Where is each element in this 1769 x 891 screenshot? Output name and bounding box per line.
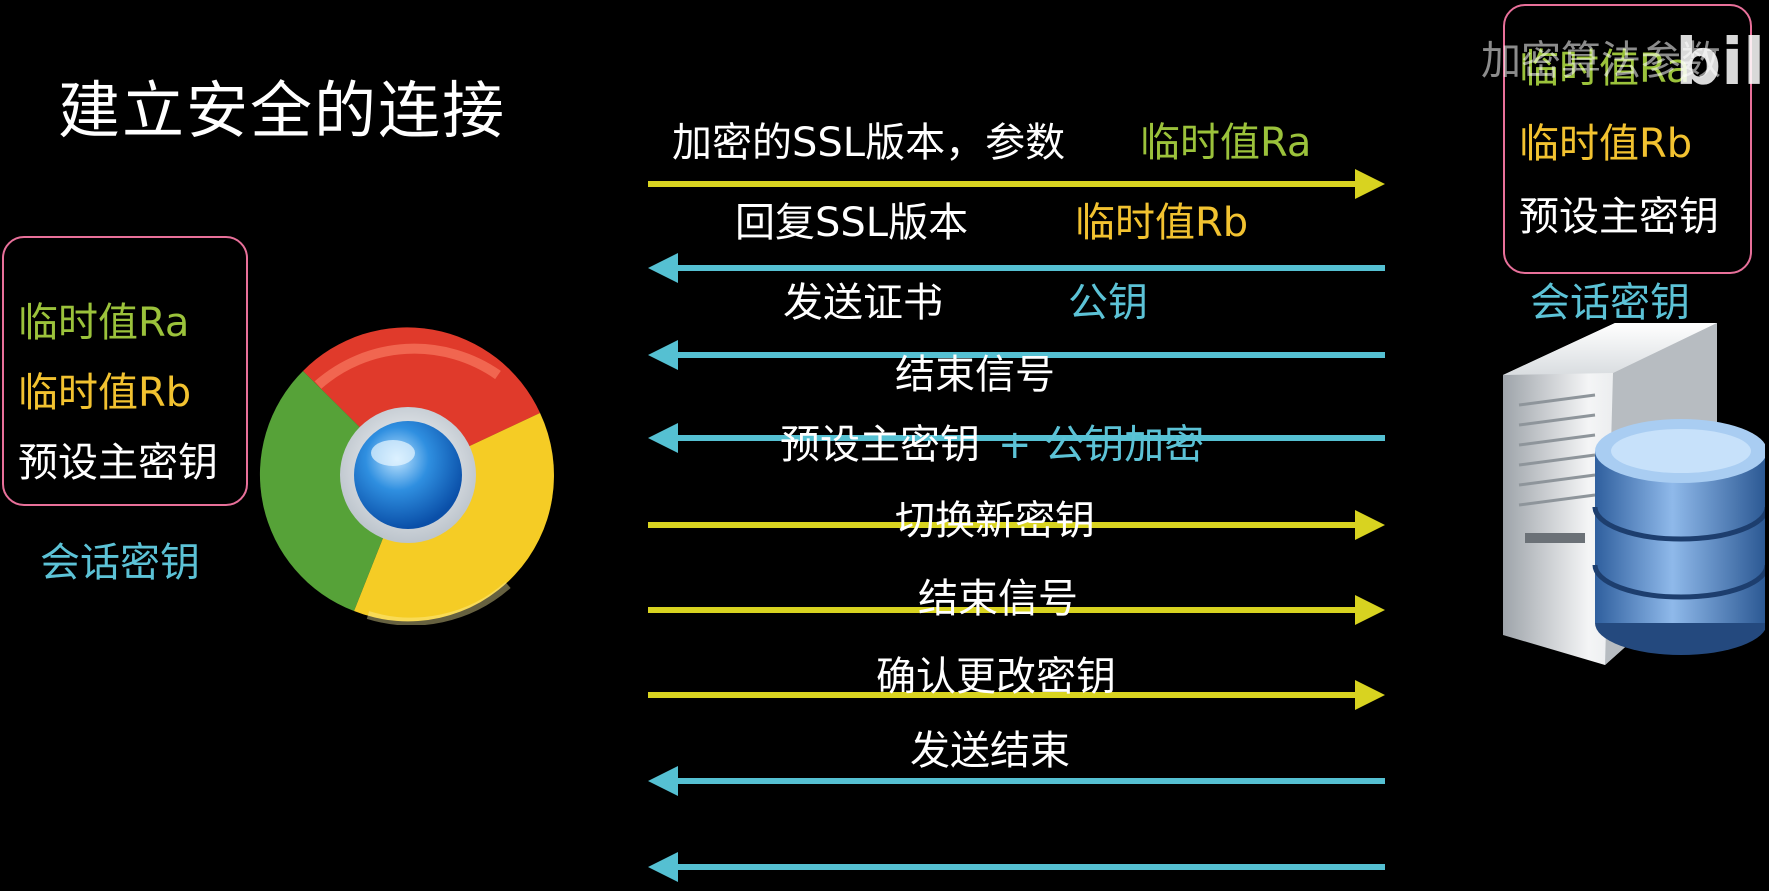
message-5-label-2: + 公钥加密 [998, 422, 1205, 468]
message-arrowhead-4 [648, 423, 678, 453]
message-6-label-1: 切换新密钥 [895, 498, 1095, 544]
message-2-label-2: 临时值Rb [1075, 200, 1249, 246]
message-3-label-1: 发送证书 [783, 280, 943, 326]
message-arrowhead-2 [648, 253, 678, 283]
message-5-label-1: 预设主密钥 [780, 422, 980, 468]
message-arrowhead-8 [648, 766, 678, 796]
message-arrowhead-1 [1355, 169, 1385, 199]
message-arrowhead-7 [1355, 680, 1385, 710]
message-arrowhead-5 [1355, 510, 1385, 540]
message-2-label-1: 回复SSL版本 [735, 200, 969, 246]
message-7-label-1: 结束信号 [918, 576, 1078, 622]
message-arrowhead-3 [648, 340, 678, 370]
message-3-label-2: 公钥 [1068, 280, 1148, 326]
message-arrowhead-9 [648, 852, 678, 882]
message-8-label-1: 确认更改密钥 [876, 654, 1116, 700]
message-1-label-2: 临时值Ra [1140, 120, 1312, 166]
message-9-label-1: 发送结束 [910, 728, 1070, 774]
message-arrowhead-6 [1355, 595, 1385, 625]
message-4-label-1: 结束信号 [895, 352, 1055, 398]
message-1-label-1: 加密的SSL版本，参数 [672, 120, 1066, 166]
